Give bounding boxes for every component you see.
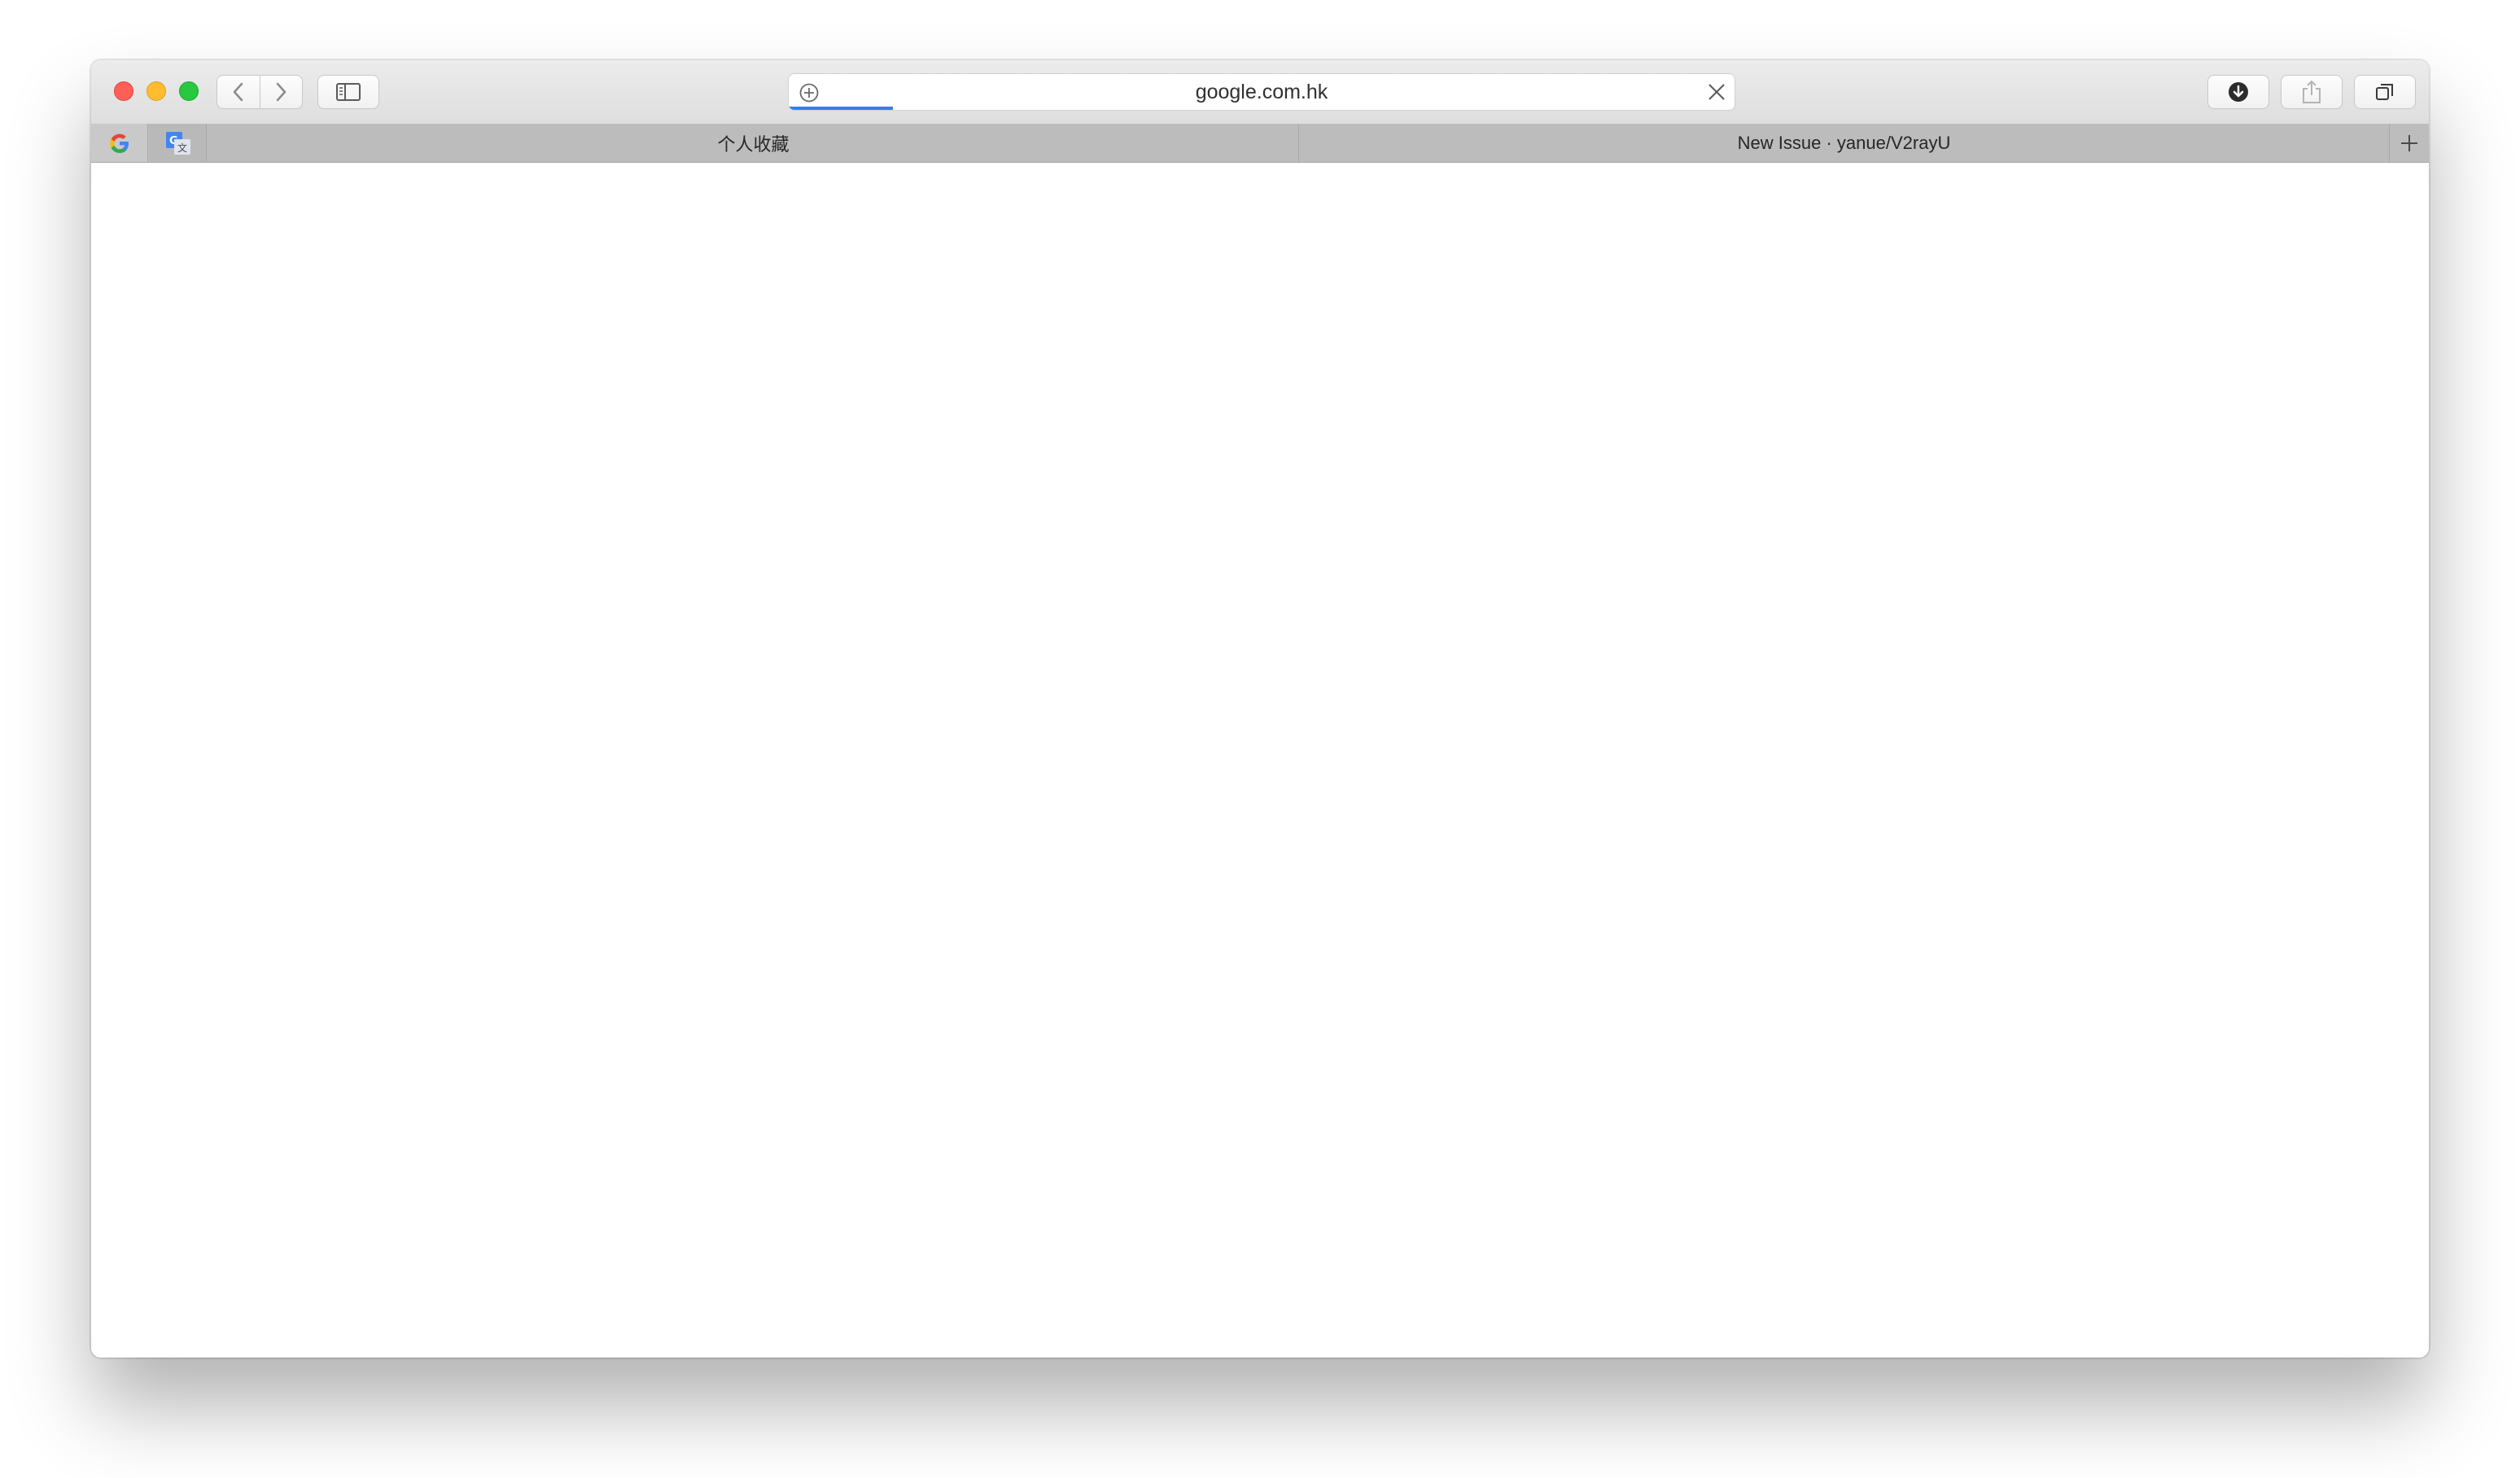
- tab-label: New Issue · yanue/V2rayU: [1737, 132, 1951, 153]
- pinned-tab-google[interactable]: [91, 124, 148, 162]
- browser-window: google.com.hk G 文 个人收藏 New Issue · yanue…: [91, 60, 2429, 1358]
- minimize-window-button[interactable]: [147, 81, 166, 101]
- desktop: google.com.hk G 文 个人收藏 New Issue · yanue…: [0, 0, 2520, 1478]
- chevron-left-icon: [233, 82, 243, 102]
- downloads-button[interactable]: [2207, 75, 2269, 109]
- pinned-tab-google-translate[interactable]: G 文: [150, 124, 207, 162]
- tab-bar: G 文 个人收藏 New Issue · yanue/V2rayU: [91, 124, 2429, 163]
- tabs-overview-button[interactable]: [2354, 75, 2416, 109]
- download-icon: [2229, 82, 2248, 102]
- sidebar-button[interactable]: [317, 75, 379, 109]
- back-button[interactable]: [217, 76, 260, 108]
- close-icon[interactable]: [1707, 82, 1726, 102]
- navigation-buttons: [217, 75, 303, 109]
- tab-favorites[interactable]: 个人收藏: [208, 124, 1299, 162]
- tabs-overview-icon: [2376, 84, 2393, 100]
- plus-icon: [2401, 134, 2417, 151]
- address-bar[interactable]: google.com.hk: [788, 73, 1735, 111]
- toolbar: google.com.hk: [91, 60, 2429, 125]
- close-window-button[interactable]: [114, 81, 133, 101]
- google-g-icon: [109, 133, 129, 153]
- sidebar-icon: [336, 83, 361, 101]
- load-progress-bar: [789, 107, 893, 110]
- forward-button[interactable]: [260, 76, 303, 108]
- tab-label: 个人收藏: [717, 133, 790, 155]
- share-icon: [2303, 80, 2321, 103]
- page-content[interactable]: [91, 163, 2429, 1358]
- zoom-window-button[interactable]: [179, 81, 199, 101]
- chevron-right-icon: [277, 82, 287, 102]
- svg-text:文: 文: [177, 142, 187, 154]
- share-button[interactable]: [2281, 75, 2343, 109]
- google-translate-icon: G 文: [165, 131, 190, 155]
- new-tab-button[interactable]: [2390, 124, 2429, 162]
- url-text[interactable]: google.com.hk: [789, 74, 1735, 110]
- tab-new-issue[interactable]: New Issue · yanue/V2rayU: [1299, 124, 2390, 162]
